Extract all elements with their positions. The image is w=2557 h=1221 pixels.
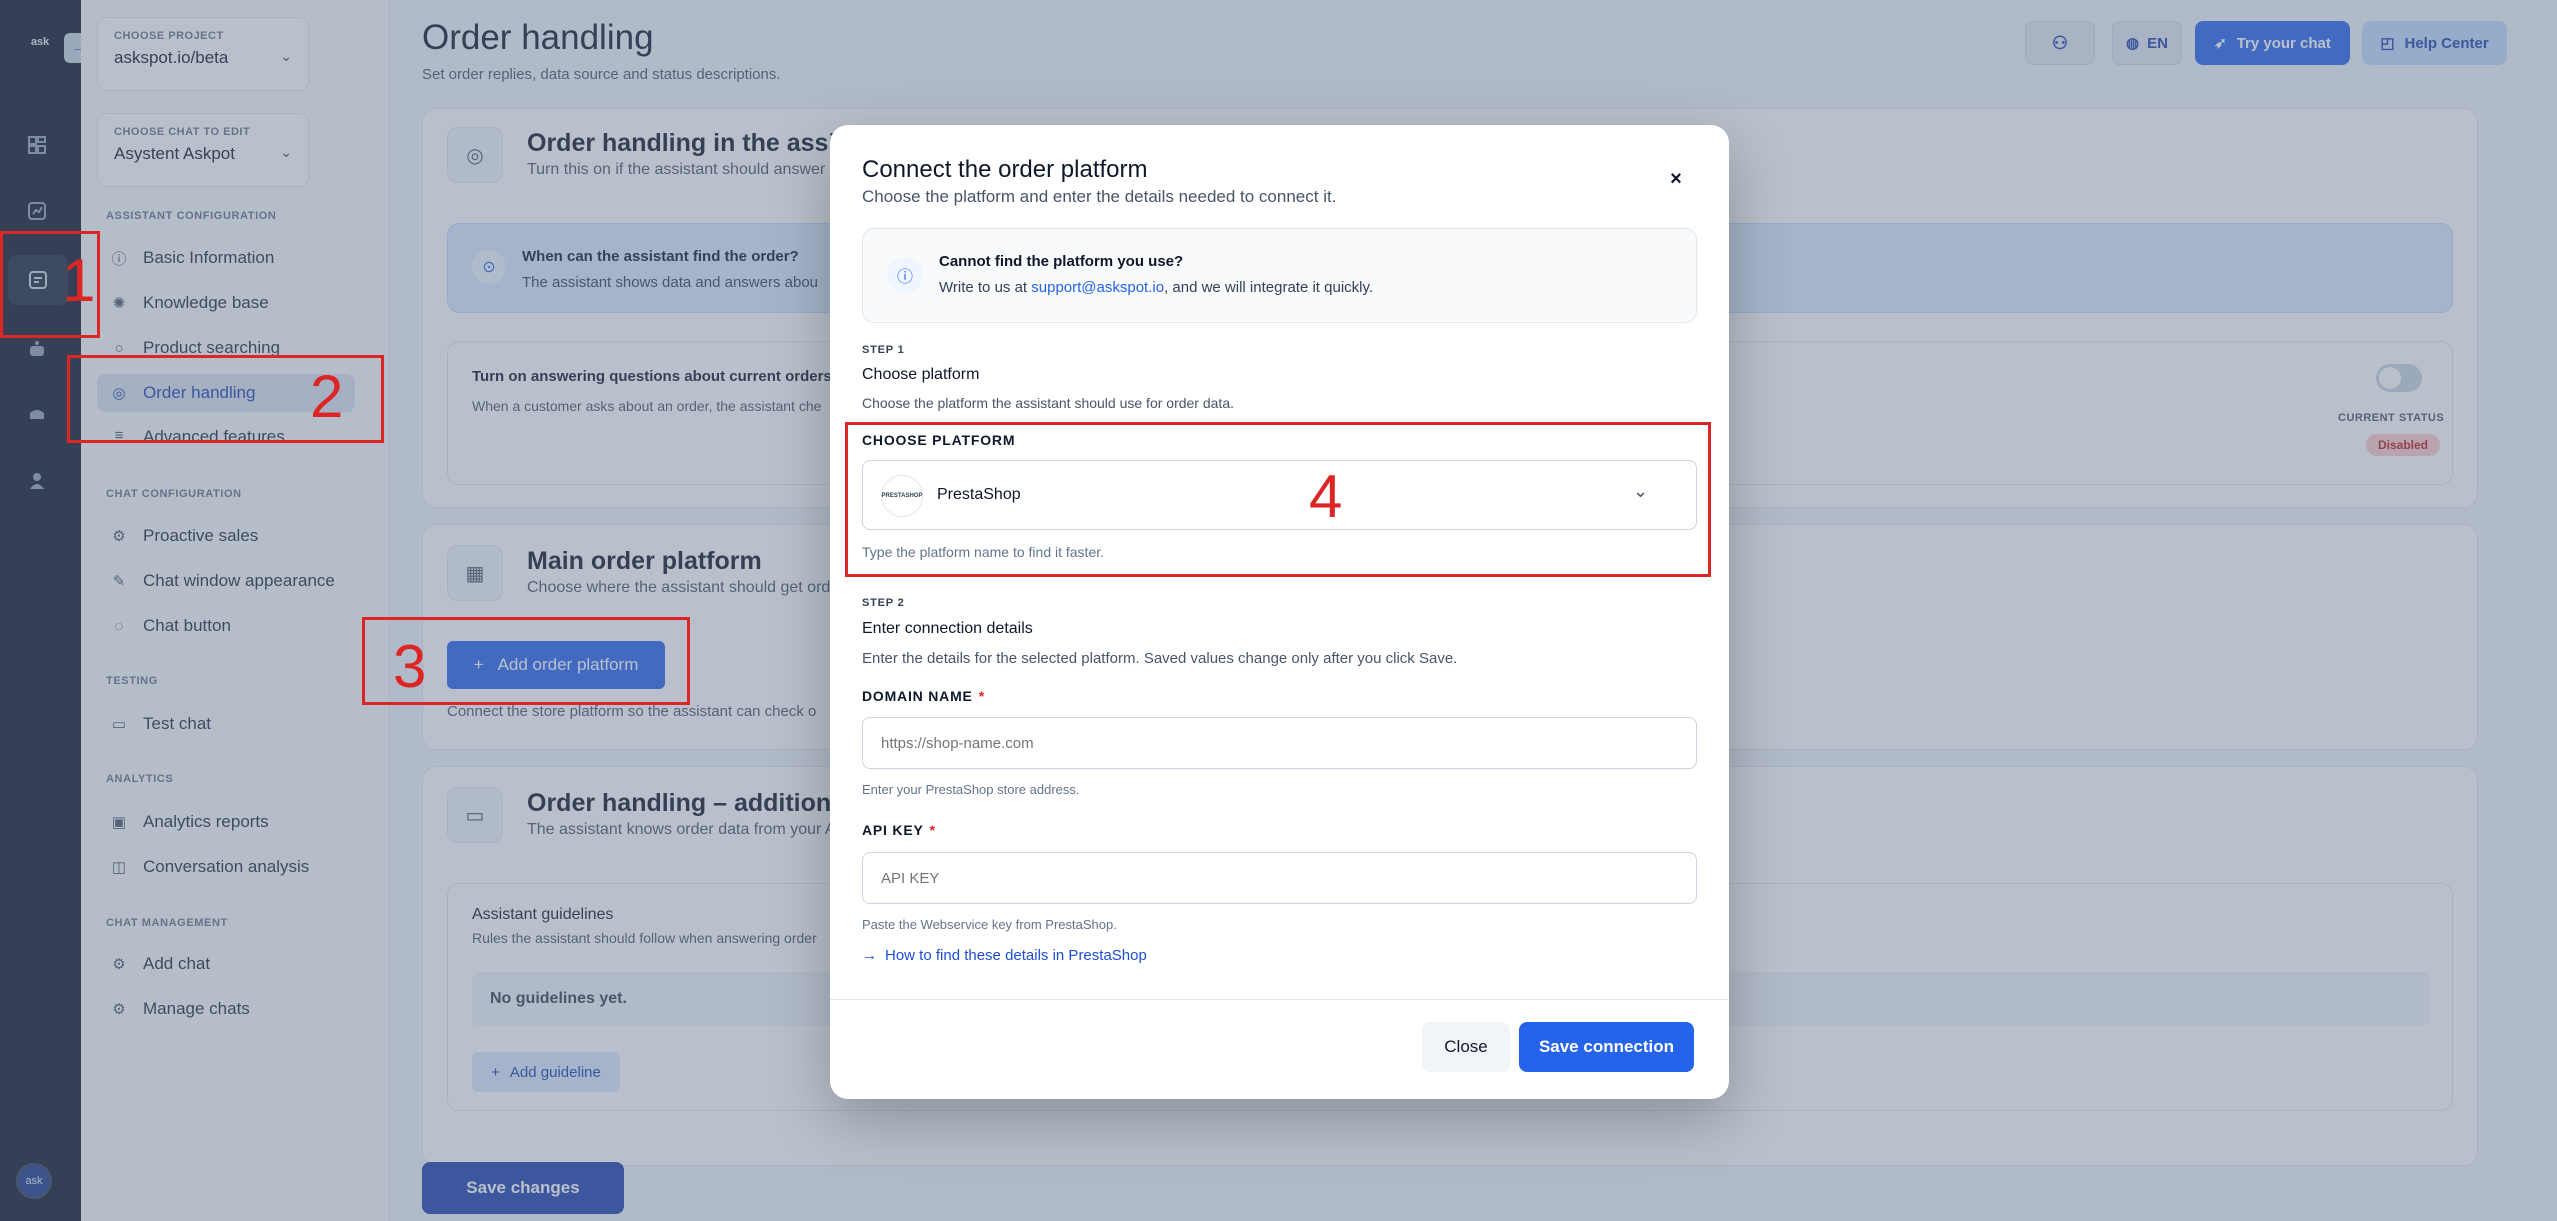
- modal-subtitle: Choose the platform and enter the detail…: [862, 187, 1337, 206]
- help-link[interactable]: → How to find these details in PrestaShop: [862, 947, 1147, 964]
- api-key-label: API KEY *: [862, 822, 936, 838]
- step2-text: Enter the details for the selected platf…: [862, 650, 1458, 667]
- domain-name-input[interactable]: [862, 717, 1697, 769]
- annotation-box-4: [845, 422, 1711, 577]
- info-title: Cannot find the platform you use?: [939, 253, 1184, 270]
- help-link-text: How to find these details in PrestaShop: [885, 947, 1147, 964]
- close-button[interactable]: Close: [1422, 1022, 1510, 1072]
- step1-title: Choose platform: [862, 366, 980, 383]
- arrow-right-icon: →: [862, 947, 877, 964]
- save-connection-button[interactable]: Save connection: [1519, 1022, 1694, 1072]
- platform-info-box: ⓘ Cannot find the platform you use? Writ…: [862, 228, 1697, 323]
- domain-name-label: DOMAIN NAME *: [862, 688, 985, 704]
- step1-tag: STEP 1: [862, 344, 905, 356]
- step1-text: Choose the platform the assistant should…: [862, 395, 1234, 411]
- info-text: Write to us at support@askspot.io, and w…: [939, 279, 1373, 296]
- annotation-number-2: 2: [310, 363, 344, 430]
- api-key-input[interactable]: [862, 852, 1697, 904]
- domain-name-label-text: DOMAIN NAME: [862, 688, 973, 704]
- required-marker: *: [978, 688, 985, 704]
- info-icon: ⓘ: [887, 257, 923, 293]
- support-email-link[interactable]: support@askspot.io: [1031, 279, 1164, 296]
- annotation-number-3: 3: [393, 633, 427, 700]
- modal-footer-divider: [830, 999, 1729, 1000]
- connect-platform-modal: Connect the order platform Choose the pl…: [830, 125, 1729, 1099]
- info-text-before: Write to us at: [939, 279, 1032, 296]
- api-key-hint: Paste the Webservice key from PrestaShop…: [862, 917, 1117, 932]
- annotation-number-4: 4: [1309, 463, 1343, 530]
- step2-tag: STEP 2: [862, 597, 905, 609]
- api-key-label-text: API KEY: [862, 822, 924, 838]
- info-text-after: , and we will integrate it quickly.: [1164, 279, 1374, 296]
- close-icon[interactable]: ×: [1662, 165, 1690, 193]
- required-marker: *: [929, 822, 936, 838]
- modal-title: Connect the order platform: [862, 156, 1148, 183]
- annotation-number-1: 1: [62, 247, 96, 314]
- step2-title: Enter connection details: [862, 620, 1033, 637]
- domain-hint: Enter your PrestaShop store address.: [862, 782, 1080, 797]
